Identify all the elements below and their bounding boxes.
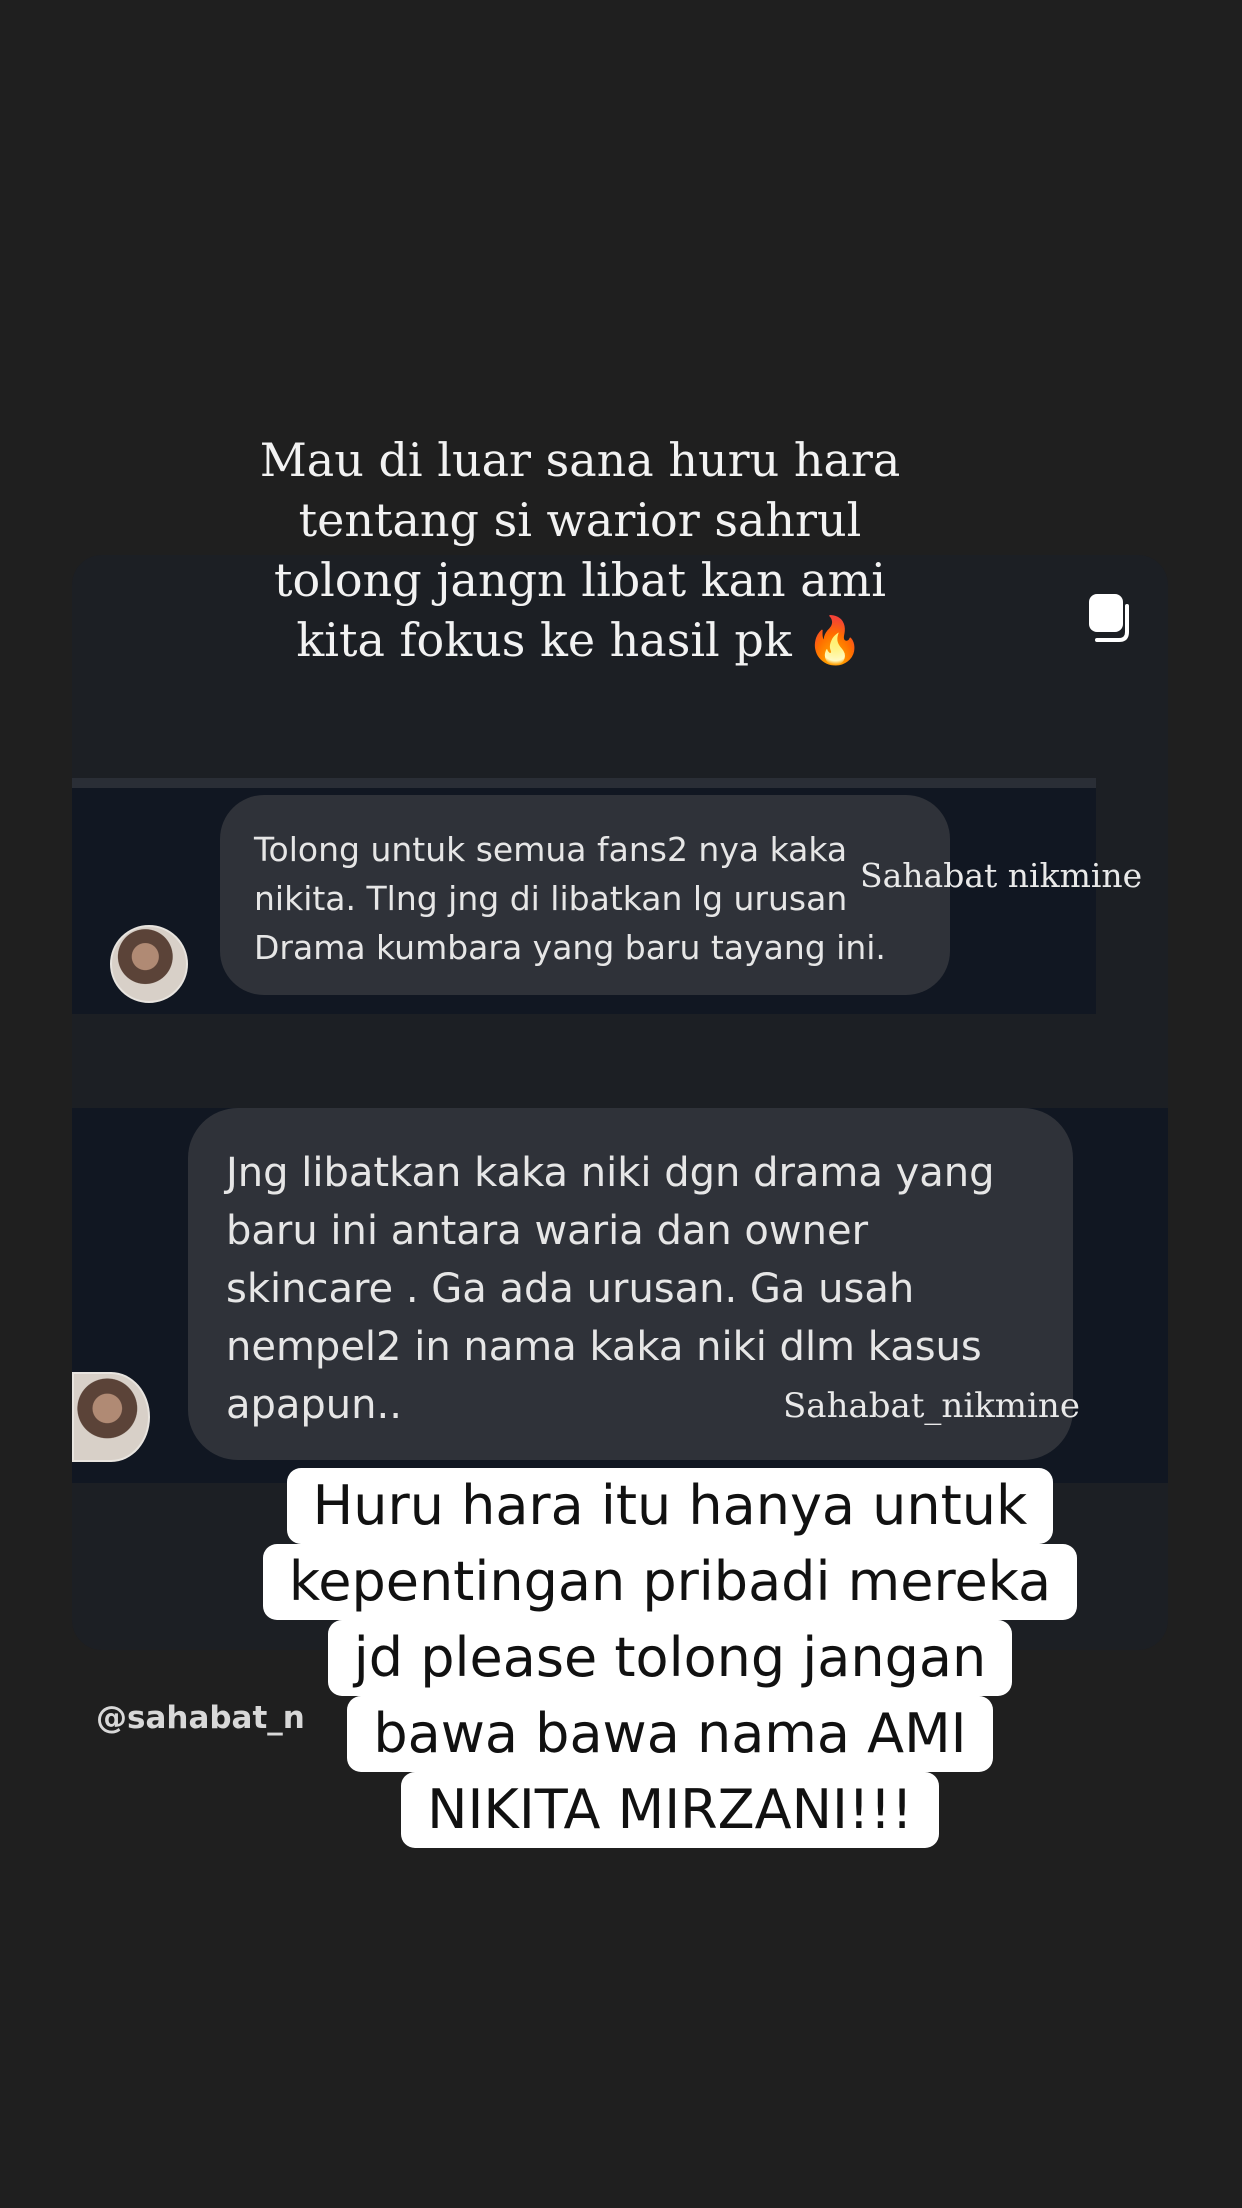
caption-line: bawa bawa nama AMI [347,1696,993,1772]
headline-line: kita fokus ke hasil pk 🔥 [296,613,864,667]
message-line: Tolong untuk semua fans2 nya kaka [254,830,848,869]
headline-text: Mau di luar sana huru hara tentang si wa… [200,430,960,670]
avatar[interactable] [110,925,188,1003]
caption-line: Huru hara itu hanya untuk [286,1468,1054,1544]
headline-line: Mau di luar sana huru hara [259,433,901,487]
caption-overlay: Huru hara itu hanya untuk kepentingan pr… [200,1468,1140,1848]
message-line: Jng libatkan kaka niki dgn drama yang [226,1150,995,1196]
watermark-text: Sahabat_nikmine [783,1386,1080,1426]
message-line: Drama kumbara yang baru tayang ini. [254,928,886,967]
copy-icon[interactable] [1087,592,1131,642]
message-line: nikita. Tlng jng di libatkan lg urusan [254,879,848,918]
caption-line: kepentingan pribadi mereka [262,1544,1078,1620]
avatar[interactable] [72,1372,150,1462]
message-line: nempel2 in nama kaka niki dlm kasus [226,1324,982,1370]
message-bubble-1[interactable]: Tolong untuk semua fans2 nya kaka nikita… [220,795,950,995]
caption-line: NIKITA MIRZANI!!! [401,1772,939,1848]
headline-line: tolong jangn libat kan ami [274,553,886,607]
headline-line: tentang si warior sahrul [298,493,862,547]
message-line: baru ini antara waria dan owner [226,1208,869,1254]
caption-line: jd please tolong jangan [327,1620,1013,1696]
message-line: skincare . Ga ada urusan. Ga usah [226,1266,915,1312]
watermark-text: Sahabat nikmine [860,856,1143,895]
